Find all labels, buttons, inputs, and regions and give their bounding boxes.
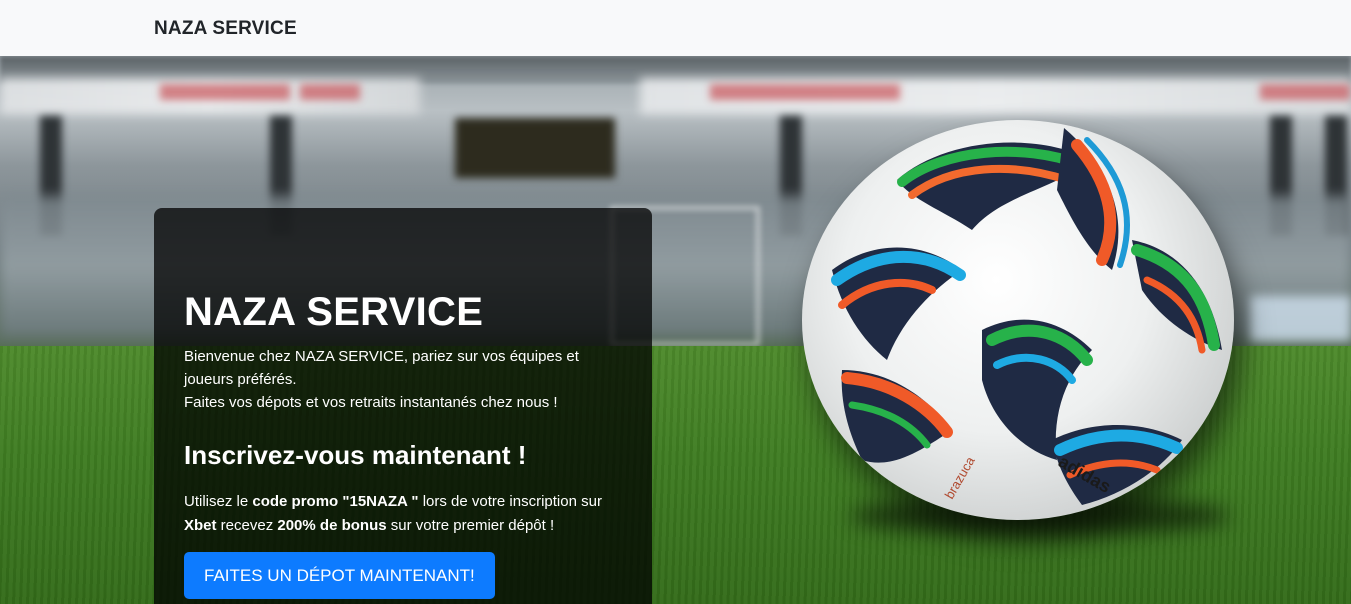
football-image: brazuca adidas (802, 120, 1234, 520)
football-panels-icon: brazuca adidas (831, 128, 1222, 505)
hero-intro-line2: Faites vos dépots et vos retraits instan… (184, 394, 558, 411)
hero-intro: Bienvenue chez NAZA SERVICE, pariez sur … (184, 345, 624, 414)
promo-site-name: Xbet (184, 517, 217, 534)
promo-code: code promo "15NAZA " (252, 493, 419, 510)
promo-text-part: sur votre premier dépôt ! (386, 517, 555, 534)
signup-heading: Inscrivez-vous maintenant ! (184, 440, 527, 470)
promo-card: NAZA SERVICE Bienvenue chez NAZA SERVICE… (154, 208, 652, 604)
promo-bonus: 200% de bonus (277, 517, 387, 534)
navbar-brand[interactable]: NAZA SERVICE (154, 18, 297, 40)
banner-logo (160, 84, 290, 100)
promo-text-part: Utilisez le (184, 493, 253, 510)
stadium-scoreboard (455, 118, 615, 178)
hero-title: NAZA SERVICE (184, 290, 484, 334)
promo-text-part: lors de votre inscription sur (418, 493, 602, 510)
banner-logo (710, 84, 900, 100)
deposit-now-button[interactable]: FAITES UN DÉPOT MAINTENANT! (184, 552, 495, 599)
hero-section: brazuca adidas NAZA SERVICE Bienvenue ch… (0, 56, 1351, 604)
stadium-light (1250, 296, 1351, 341)
navbar: NAZA SERVICE (0, 0, 1351, 56)
promo-text: Utilisez le code promo "15NAZA " lors de… (184, 490, 624, 538)
promo-text-part: recevez (216, 517, 278, 534)
banner-logo (300, 84, 360, 100)
hero-intro-line1: Bienvenue chez NAZA SERVICE, pariez sur … (184, 348, 579, 388)
ball-model-text: brazuca (942, 453, 978, 501)
banner-logo (1260, 84, 1350, 100)
